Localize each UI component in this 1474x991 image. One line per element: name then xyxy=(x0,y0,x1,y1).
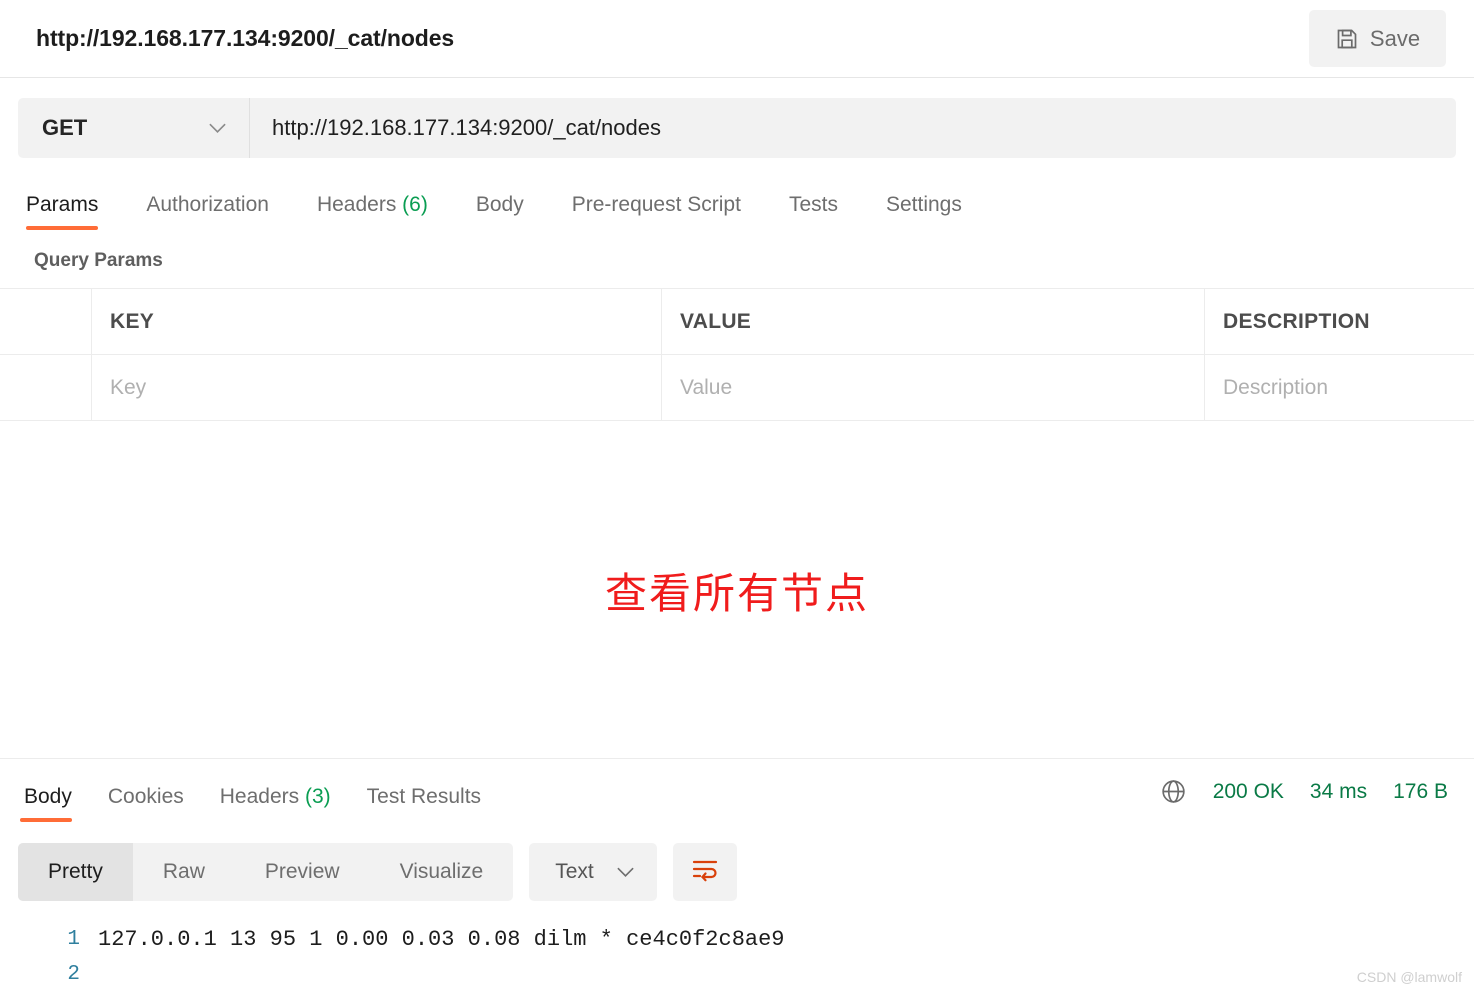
response-time: 34 ms xyxy=(1309,779,1368,803)
annotation-text: 查看所有节点 xyxy=(604,570,869,617)
response-size: 176 B xyxy=(1393,779,1448,803)
tab-authorization-label: Authorization xyxy=(146,193,269,216)
tab-tests-label: Tests xyxy=(788,193,838,216)
code-line: 2 xyxy=(0,957,1474,991)
view-raw-label: Raw xyxy=(162,860,205,883)
line-number: 1 xyxy=(67,928,80,951)
view-visualize-label: Visualize xyxy=(399,860,484,883)
watermark: CSDN @lamwolf xyxy=(1356,969,1462,985)
tab-tests[interactable]: Tests xyxy=(765,193,862,230)
postman-request-window: http://192.168.177.134:9200/_cat/nodes S… xyxy=(0,0,1474,991)
param-description-input[interactable]: Description xyxy=(1205,355,1474,420)
param-key-input[interactable]: Key xyxy=(92,355,662,420)
view-preview-label: Preview xyxy=(264,860,340,883)
row-checkbox-cell[interactable] xyxy=(0,355,92,420)
tab-body-label: Body xyxy=(475,193,524,216)
response-format-bar: Pretty Raw Preview Visualize Text xyxy=(18,843,737,901)
response-view-switcher: Pretty Raw Preview Visualize xyxy=(18,843,514,901)
response-tab-cookies[interactable]: Cookies xyxy=(90,785,202,822)
response-status-bar: 200 OK 34 ms 176 B xyxy=(1160,778,1448,805)
page-title: http://192.168.177.134:9200/_cat/nodes xyxy=(36,25,455,51)
http-method-label: GET xyxy=(42,115,88,140)
floppy-disk-icon xyxy=(1335,27,1359,51)
tab-settings[interactable]: Settings xyxy=(862,193,986,230)
table-header-value: VALUE xyxy=(662,289,1205,354)
request-header: http://192.168.177.134:9200/_cat/nodes S… xyxy=(0,0,1474,78)
query-params-table: KEY VALUE DESCRIPTION Key Value Descript… xyxy=(0,288,1474,421)
tab-params[interactable]: Params xyxy=(22,193,122,230)
response-tab-cookies-label: Cookies xyxy=(107,785,184,808)
http-method-select[interactable]: GET xyxy=(18,98,250,158)
tab-headers-count: (6) xyxy=(402,193,428,216)
content-type-label: Text xyxy=(555,860,594,883)
table-header-key: KEY xyxy=(92,289,662,354)
code-line: 1 127.0.0.1 13 95 1 0.00 0.03 0.08 dilm … xyxy=(0,922,1474,957)
view-pretty-label: Pretty xyxy=(48,860,103,883)
query-params-title: Query Params xyxy=(34,250,163,271)
url-bar: GET http://192.168.177.134:9200/_cat/nod… xyxy=(18,98,1456,158)
line-number: 2 xyxy=(67,963,80,986)
word-wrap-toggle[interactable] xyxy=(672,843,737,901)
response-tab-headers-count: (3) xyxy=(304,785,331,808)
response-body-code[interactable]: 1 127.0.0.1 13 95 1 0.00 0.03 0.08 dilm … xyxy=(0,922,1474,991)
response-tab-body[interactable]: Body xyxy=(6,785,90,822)
table-header-row: KEY VALUE DESCRIPTION xyxy=(0,289,1474,355)
table-row[interactable]: Key Value Description xyxy=(0,355,1474,421)
line-content: 127.0.0.1 13 95 1 0.00 0.03 0.08 dilm * … xyxy=(98,927,785,952)
response-tab-headers[interactable]: Headers (3) xyxy=(202,785,349,822)
tab-authorization[interactable]: Authorization xyxy=(122,193,293,230)
tab-params-label: Params xyxy=(26,193,99,216)
view-pretty-button[interactable]: Pretty xyxy=(18,843,133,901)
status-badge: 200 OK xyxy=(1212,779,1284,803)
tab-headers[interactable]: Headers (6) xyxy=(293,193,452,230)
response-tab-body-label: Body xyxy=(24,785,72,808)
view-preview-button[interactable]: Preview xyxy=(235,843,370,901)
response-section-divider xyxy=(0,758,1474,759)
tab-settings-label: Settings xyxy=(885,193,962,216)
tab-pre-request-script-label: Pre-request Script xyxy=(571,193,741,216)
tab-pre-request-script[interactable]: Pre-request Script xyxy=(548,193,765,230)
chevron-down-icon xyxy=(616,866,635,878)
response-tab-headers-label: Headers xyxy=(219,785,300,808)
chevron-down-icon xyxy=(208,122,227,134)
url-input[interactable]: http://192.168.177.134:9200/_cat/nodes xyxy=(250,98,1456,158)
tab-headers-label: Headers xyxy=(316,193,397,216)
table-header-description: DESCRIPTION xyxy=(1223,309,1370,333)
save-button[interactable]: Save xyxy=(1309,10,1446,67)
param-value-input[interactable]: Value xyxy=(662,355,1205,420)
view-raw-button[interactable]: Raw xyxy=(133,843,235,901)
request-tab-bar: Params Authorization Headers (6) Body Pr… xyxy=(0,174,1474,230)
url-bar-container: GET http://192.168.177.134:9200/_cat/nod… xyxy=(0,78,1474,158)
globe-icon xyxy=(1160,778,1187,805)
response-tab-test-results[interactable]: Test Results xyxy=(349,785,499,822)
tab-body[interactable]: Body xyxy=(452,193,548,230)
table-header-checkbox-cell xyxy=(0,289,92,354)
response-tab-test-results-label: Test Results xyxy=(366,785,482,808)
view-visualize-button[interactable]: Visualize xyxy=(370,843,514,901)
word-wrap-icon xyxy=(690,857,720,888)
save-button-label: Save xyxy=(1369,25,1421,51)
content-type-select[interactable]: Text xyxy=(529,843,657,901)
